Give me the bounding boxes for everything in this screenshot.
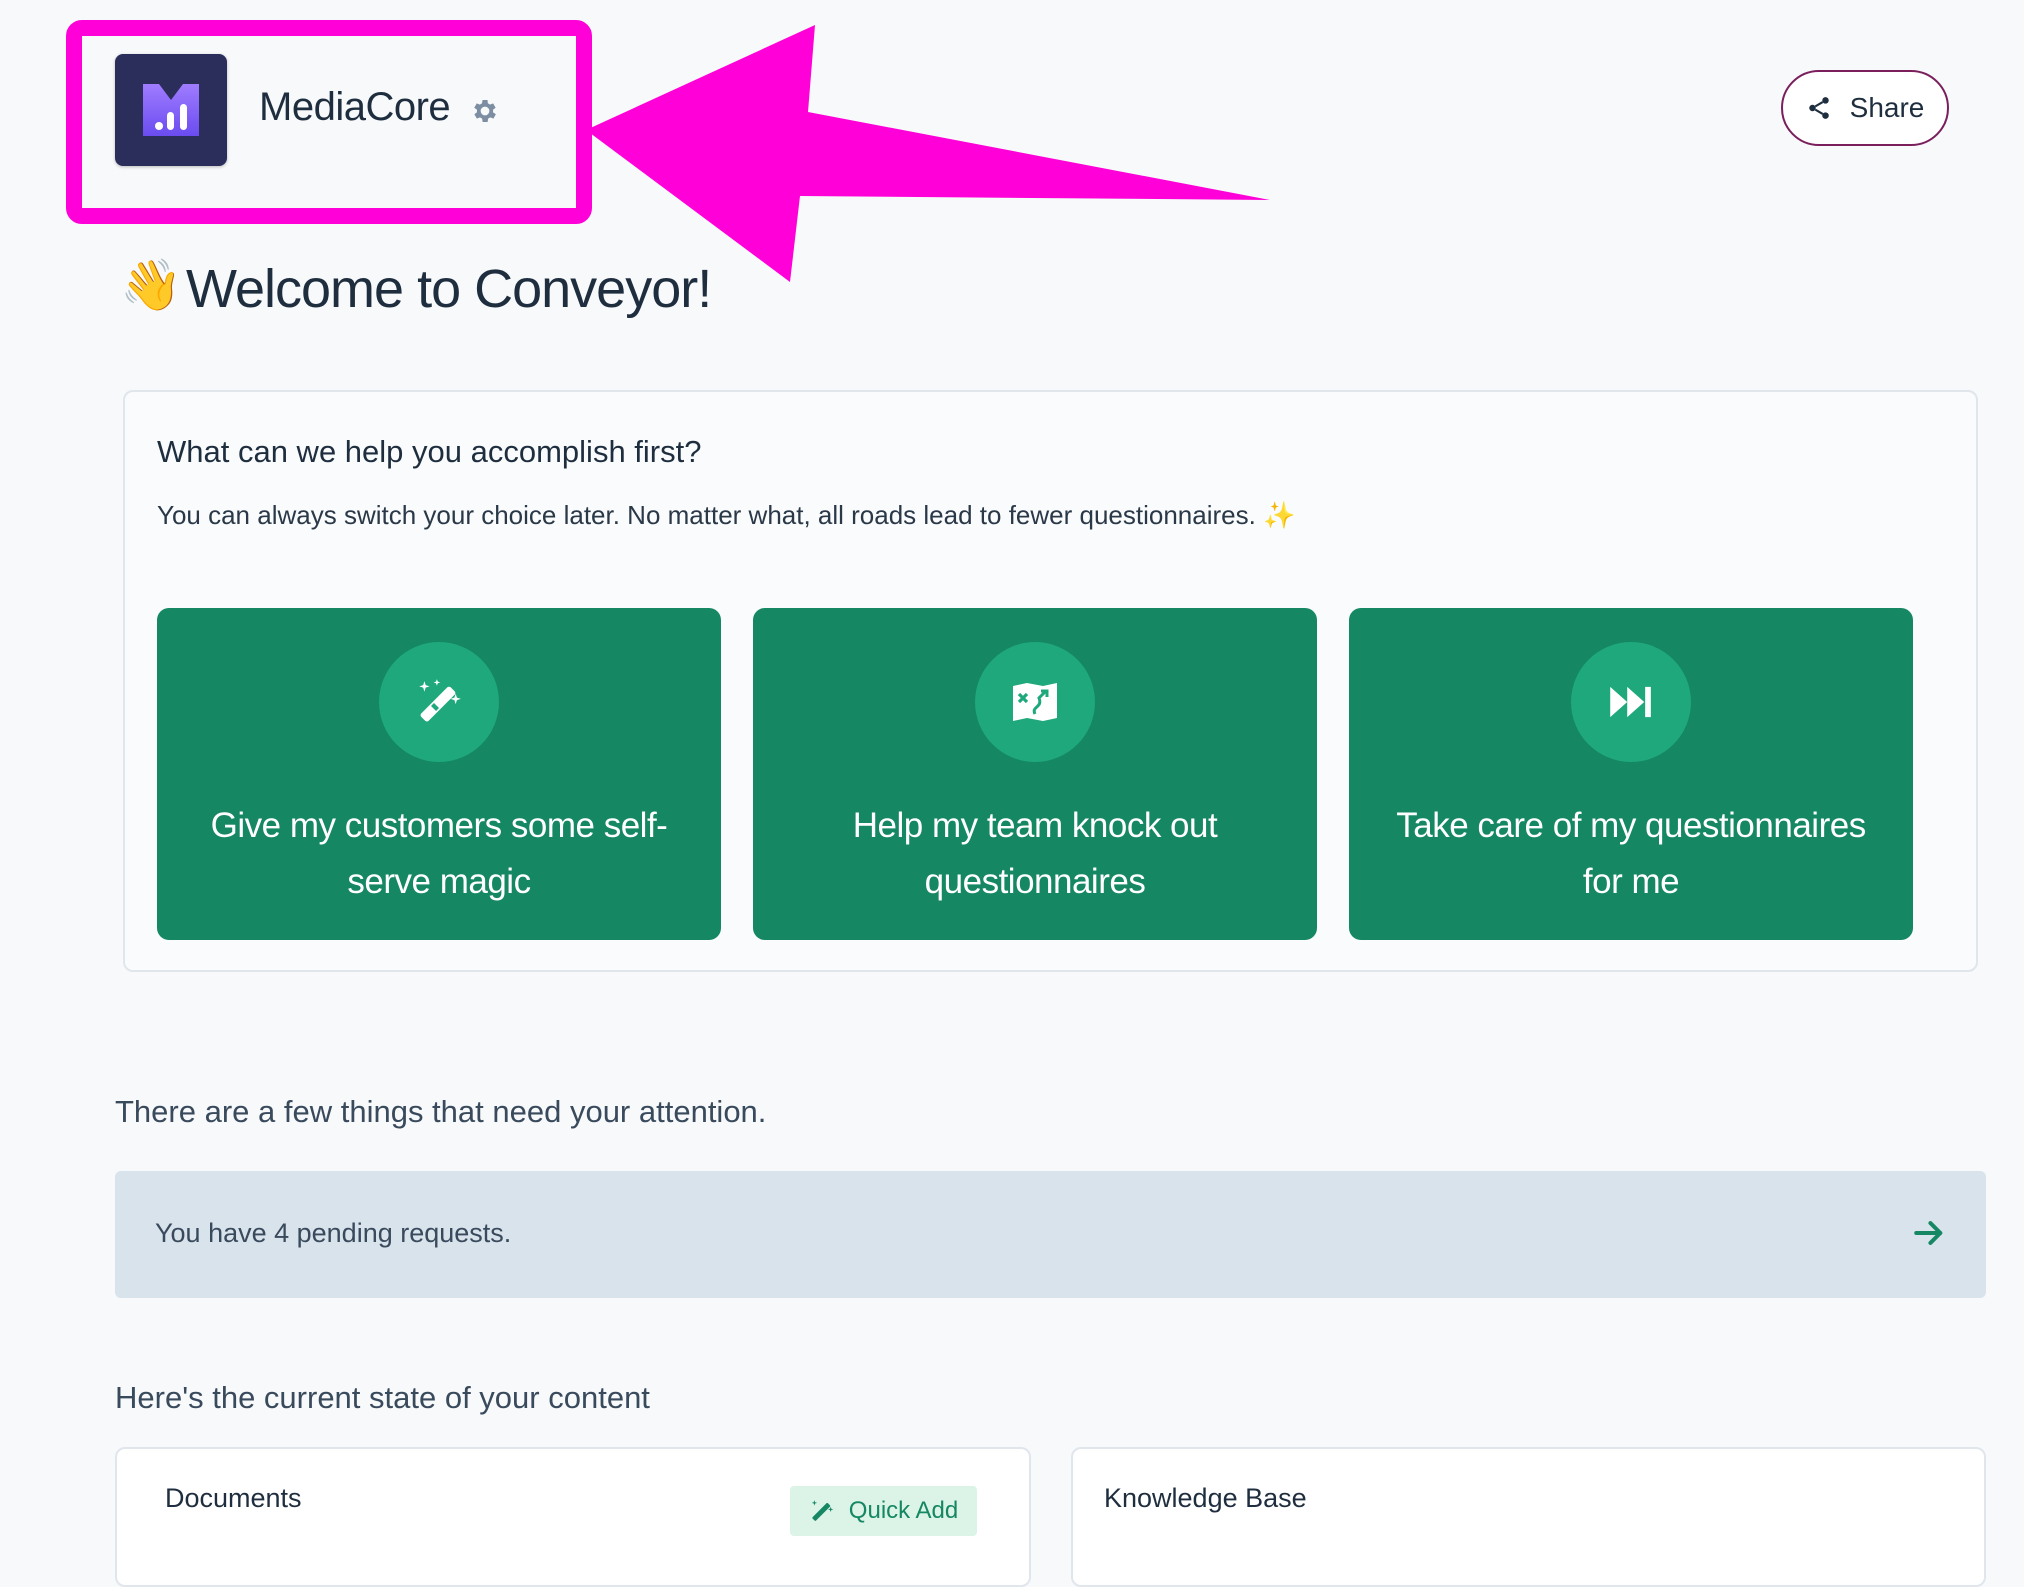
- choice-take-care-for-me[interactable]: Take care of my questionnaires for me: [1349, 608, 1913, 940]
- onboarding-title: What can we help you accomplish first?: [157, 434, 702, 469]
- share-label: Share: [1849, 92, 1925, 123]
- fast-forward-icon: [1571, 642, 1691, 762]
- onboarding-subtitle: You can always switch your choice later.…: [157, 500, 1296, 530]
- choice-help-team[interactable]: Help my team knock out questionnaires: [753, 608, 1317, 940]
- share-button[interactable]: Share: [1781, 70, 1949, 146]
- share-icon: [1808, 97, 1829, 119]
- attention-heading: There are a few things that need your at…: [115, 1094, 767, 1129]
- knowledge-base-card: [1071, 1447, 1986, 1587]
- documents-title: Documents: [165, 1483, 302, 1513]
- pending-requests-text: You have 4 pending requests.: [155, 1218, 512, 1248]
- playbook-icon: [975, 642, 1095, 762]
- magic-wand-icon: [379, 642, 499, 762]
- wave-emoji: 👋: [120, 257, 183, 313]
- arrow-right-icon[interactable]: [1912, 1216, 1946, 1250]
- annotation-highlight-box: [66, 20, 592, 224]
- magic-wand-icon: [811, 1500, 834, 1521]
- choice-self-serve-magic[interactable]: Give my customers some self-serve magic: [157, 608, 721, 940]
- quick-add-label: Quick Add: [848, 1497, 959, 1524]
- content-state-heading: Here's the current state of your content: [115, 1380, 650, 1415]
- knowledge-base-title: Knowledge Base: [1104, 1483, 1307, 1513]
- page-title: Welcome to Conveyor!: [186, 259, 712, 319]
- choice-label: Give my customers some self-serve magic: [210, 806, 668, 901]
- choice-label: Take care of my questionnaires for me: [1396, 806, 1866, 901]
- quick-add-button[interactable]: Quick Add: [790, 1486, 977, 1536]
- choice-label: Help my team knock out questionnaires: [852, 806, 1218, 901]
